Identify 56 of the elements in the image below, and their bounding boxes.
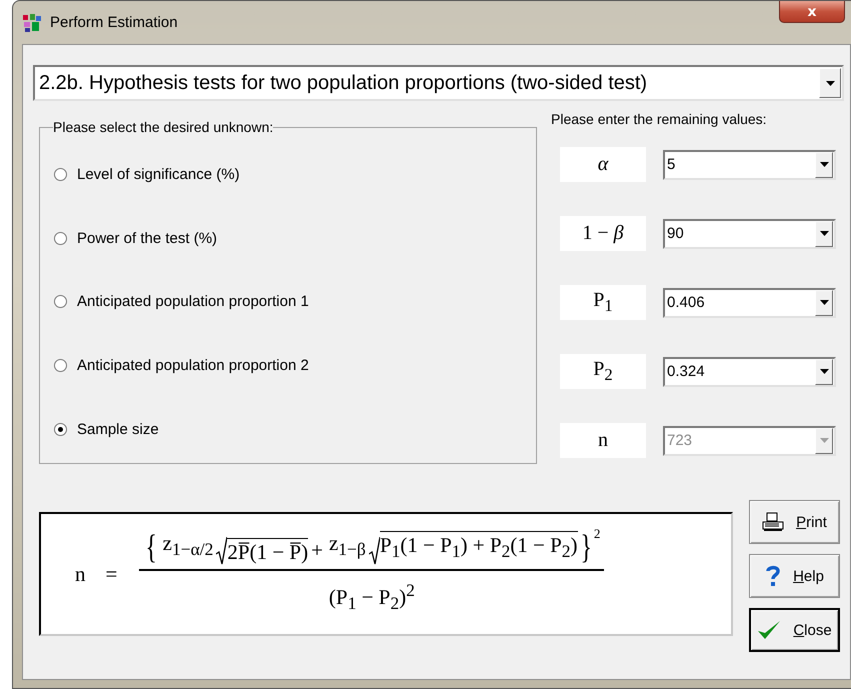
- print-button[interactable]: Print: [749, 500, 840, 544]
- dropdown-arrow-icon: [820, 231, 828, 236]
- dropdown-value: 0.406: [666, 294, 706, 311]
- equals-sign: =: [106, 562, 118, 586]
- dropdown-value: 5: [666, 156, 676, 173]
- checkmark-icon: [757, 619, 782, 641]
- radio-button[interactable]: [54, 359, 67, 372]
- formula-denominator: (P$_{1}$ − P$_{2}$)$^{2}$: [328, 578, 415, 615]
- symbol-label: P$_{2}$: [560, 354, 646, 389]
- symbol-label: n: [560, 423, 646, 458]
- symbol-label: P$_{1}$: [560, 285, 646, 320]
- group-title: Please select the desired unknown:: [53, 119, 274, 135]
- radio-label[interactable]: Power of the test (%): [77, 230, 218, 247]
- radio-button[interactable]: [54, 295, 67, 308]
- radio-button[interactable]: [54, 232, 67, 245]
- close-button[interactable]: x: [779, 1, 845, 23]
- formula-term: z$_{1−α/2}$: [162, 530, 214, 562]
- radio-label[interactable]: Anticipated population proportion 2: [77, 357, 309, 374]
- test-dropdown[interactable]: 2.2b. Hypothesis tests for two population proportions (two-sided test): [33, 65, 844, 101]
- dropdown-arrow-icon: [820, 369, 828, 374]
- dropdown-value: 90: [666, 225, 685, 242]
- dropdown-value: 0.324: [666, 363, 706, 380]
- values-title: Please enter the remaining values:: [551, 111, 768, 127]
- value-dropdown[interactable]: 90: [663, 218, 836, 248]
- printer-icon: [762, 512, 784, 532]
- radio-label[interactable]: Anticipated population proportion 1: [77, 293, 309, 310]
- dropdown-arrow-icon: [820, 438, 828, 443]
- radical-sign-icon: [216, 536, 228, 564]
- window-title: Perform Estimation: [50, 14, 178, 31]
- radio-button[interactable]: [54, 422, 67, 436]
- value-dropdown[interactable]: 0.406: [663, 288, 836, 318]
- dropdown-value: 723: [666, 432, 694, 449]
- radio-label[interactable]: Sample size: [77, 420, 159, 438]
- formula-term: z$_{1−β}$: [328, 530, 366, 562]
- close-button[interactable]: Close: [749, 608, 840, 652]
- plus-sign: +: [311, 536, 323, 564]
- formula-exponent: 2: [594, 526, 600, 542]
- formula-lhs: n: [75, 562, 86, 586]
- radio-button[interactable]: [54, 168, 67, 182]
- formula-radicand: 2P̅(1 − P̅): [227, 538, 308, 564]
- value-dropdown[interactable]: 5: [663, 150, 836, 180]
- dropdown-arrow-icon: [826, 80, 834, 86]
- value-dropdown[interactable]: 0.324: [663, 356, 836, 386]
- radical-sign-icon: [368, 536, 380, 564]
- help-button[interactable]: Help: [749, 554, 840, 598]
- app-icon: [22, 12, 42, 32]
- close-brace: }: [580, 530, 592, 564]
- question-mark-icon: [765, 565, 782, 587]
- radio-label[interactable]: Level of significance (%): [77, 166, 240, 184]
- formula-radicand: P$_{1}$(1 − P$_{1}$) + P$_{2}$(1 − P$_{2}$): [380, 531, 578, 564]
- dropdown-value: 2.2b. Hypothesis tests for two population proportions (two-sided test): [38, 72, 648, 94]
- dropdown-arrow-icon: [820, 162, 828, 167]
- symbol-label: 1 − β: [560, 216, 646, 251]
- dropdown-arrow-icon: [820, 300, 828, 305]
- open-brace: {: [146, 530, 158, 564]
- symbol-label: α: [560, 147, 646, 182]
